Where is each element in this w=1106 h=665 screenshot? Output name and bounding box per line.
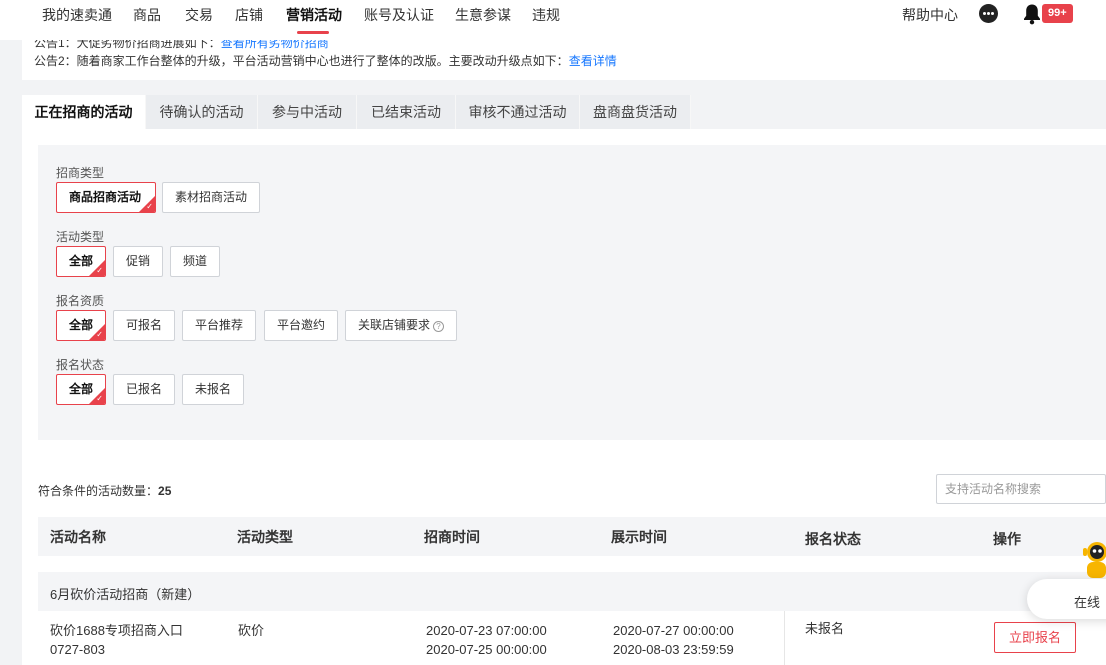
announcement-2-text: 公告2：随着商家工作台整体的升级，平台活动营销中心也进行了整体的改版。主要改动升…	[34, 54, 569, 68]
signup-status-value: 未报名	[805, 621, 845, 636]
qualification-label: 报名资质	[56, 294, 105, 308]
check-icon: ✓	[96, 394, 103, 403]
nav-products[interactable]: 商品	[133, 5, 161, 25]
announcement-1: 公告1：大促劣物价招商进展如下：查看所有劣物价招商	[34, 40, 329, 51]
chip-linked-store[interactable]: 关联店铺要求?	[345, 310, 458, 341]
nav-business-advisor[interactable]: 生意参谋	[455, 5, 511, 25]
chip-label: 全部	[69, 254, 94, 268]
tab-rejected[interactable]: 审核不通过活动	[456, 95, 580, 130]
sign-up-now-button[interactable]: 立即报名	[994, 622, 1076, 653]
chip-activity-all[interactable]: 全部 ✓	[56, 246, 106, 277]
nav-store[interactable]: 店铺	[235, 5, 263, 25]
announcement-1-text: 公告1：大促劣物价招商进展如下：	[34, 40, 221, 50]
nav-trade[interactable]: 交易	[185, 5, 213, 25]
table-group-row: 6月砍价活动招商（新建）	[38, 572, 1106, 611]
online-service-label: 在线	[1074, 595, 1101, 610]
chip-promotion[interactable]: 促销	[113, 246, 164, 277]
chip-material-recruit[interactable]: 素材招商活动	[162, 182, 261, 213]
col-signup-status: 报名状态	[805, 531, 861, 547]
chip-label: 商品招商活动	[69, 190, 142, 204]
result-count: 符合条件的活动数量：25	[38, 482, 171, 499]
view-details-link[interactable]: 查看详情	[569, 54, 617, 68]
chip-channel[interactable]: 频道	[170, 246, 221, 277]
check-icon: ✓	[146, 202, 153, 211]
col-actions: 操作	[993, 531, 1021, 547]
activity-type-label: 活动类型	[56, 230, 105, 244]
chip-status-all[interactable]: 全部 ✓	[56, 374, 106, 405]
chip-eligible[interactable]: 可报名	[113, 310, 176, 341]
chip-product-recruit[interactable]: 商品招商活动 ✓	[56, 182, 156, 213]
tab-inventory-activities[interactable]: 盘商盘货活动	[580, 95, 691, 130]
announcement-2: 公告2：随着商家工作台整体的升级，平台活动营销中心也进行了整体的改版。主要改动升…	[34, 52, 617, 69]
online-service-widget[interactable]: 在线	[1027, 579, 1106, 619]
col-activity-type: 活动类型	[237, 529, 293, 545]
bell-icon[interactable]	[1022, 3, 1042, 25]
active-nav-underline	[297, 31, 329, 34]
group-title: 6月砍价活动招商（新建）	[50, 587, 201, 602]
top-navigation: 我的速卖通 商品 交易 店铺 营销活动 账号及认证 生意参谋 违规 帮助中心 9…	[0, 0, 1106, 40]
column-divider	[784, 611, 785, 665]
nav-account[interactable]: 账号及认证	[364, 5, 434, 25]
activity-tabs: 正在招商的活动 待确认的活动 参与中活动 已结束活动 审核不通过活动 盘商盘货活…	[22, 95, 1106, 130]
tab-ended[interactable]: 已结束活动	[357, 95, 456, 130]
chip-signed-up[interactable]: 已报名	[113, 374, 176, 405]
result-count-label: 符合条件的活动数量：	[38, 484, 159, 498]
nav-violations[interactable]: 违规	[532, 5, 560, 25]
tab-recruiting[interactable]: 正在招商的活动	[22, 95, 146, 130]
chip-label: 全部	[69, 318, 94, 332]
main-content: 招商类型 商品招商活动 ✓ 素材招商活动 活动类型 全部 ✓ 促销 频道 报名资质 …	[22, 129, 1106, 665]
table-header: 活动名称 活动类型 招商时间 展示时间 报名状态 操作	[38, 517, 1106, 556]
signup-status-label: 报名状态	[56, 358, 105, 372]
nav-marketing[interactable]: 营销活动	[286, 5, 342, 25]
chip-qualification-all[interactable]: 全部 ✓	[56, 310, 106, 341]
chip-platform-recommend[interactable]: 平台推荐	[182, 310, 257, 341]
chip-label: 全部	[69, 382, 94, 396]
announcement-1-link[interactable]: 查看所有劣物价招商	[221, 40, 329, 50]
tab-pending-confirmation[interactable]: 待确认的活动	[146, 95, 258, 130]
chat-bubble-icon[interactable]	[979, 4, 998, 23]
col-activity-name: 活动名称	[50, 529, 106, 545]
activity-name-line1[interactable]: 砍价1688专项招商入口	[50, 621, 183, 640]
help-center-link[interactable]: 帮助中心	[902, 5, 958, 25]
announcement-bar: 公告1：大促劣物价招商进展如下：查看所有劣物价招商 公告2：随着商家工作台整体的…	[22, 40, 1106, 80]
robot-mascot-icon[interactable]	[1081, 538, 1106, 578]
activity-name-line2: 0727-803	[50, 642, 105, 657]
check-icon: ✓	[96, 266, 103, 275]
notification-badge: 99+	[1042, 4, 1073, 23]
recruit-end-time: 2020-07-25 00:00:00	[426, 642, 547, 657]
col-recruit-time: 招商时间	[424, 529, 480, 545]
filter-panel: 招商类型 商品招商活动 ✓ 素材招商活动 活动类型 全部 ✓ 促销 频道 报名资质 …	[38, 145, 1106, 440]
activity-search-input[interactable]	[936, 474, 1106, 504]
nav-my-aliexpress[interactable]: 我的速卖通	[42, 5, 112, 25]
chip-label: 关联店铺要求	[358, 318, 431, 332]
result-count-value: 25	[158, 484, 172, 498]
merchant-type-label: 招商类型	[56, 166, 105, 180]
recruit-start-time: 2020-07-23 07:00:00	[426, 623, 547, 638]
chip-platform-invite[interactable]: 平台邀约	[264, 310, 339, 341]
check-icon: ✓	[96, 330, 103, 339]
activity-type-value: 砍价	[238, 623, 265, 638]
display-end-time: 2020-08-03 23:59:59	[613, 642, 734, 657]
col-display-time: 展示时间	[611, 529, 667, 545]
chip-not-signed-up[interactable]: 未报名	[182, 374, 245, 405]
tab-participating[interactable]: 参与中活动	[258, 95, 357, 130]
question-circle-icon[interactable]: ?	[433, 321, 445, 332]
display-start-time: 2020-07-27 00:00:00	[613, 623, 734, 638]
